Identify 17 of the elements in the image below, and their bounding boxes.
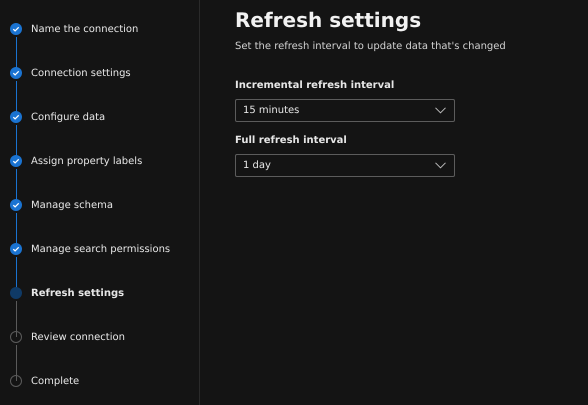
- step-label[interactable]: Assign property labels: [31, 156, 142, 166]
- step-label[interactable]: Review connection: [31, 332, 125, 342]
- page-title: Refresh settings: [235, 8, 422, 32]
- chevron-down-icon: [435, 107, 446, 114]
- step-label[interactable]: Refresh settings: [31, 288, 124, 298]
- step-label[interactable]: Manage search permissions: [31, 244, 170, 254]
- page-description: Set the refresh interval to update data that's changed: [235, 41, 506, 52]
- interval-dropdown[interactable]: 15 minutes: [235, 99, 455, 122]
- step-label[interactable]: Connection settings: [31, 68, 131, 78]
- interval-dropdown[interactable]: 1 day: [235, 154, 455, 177]
- step-label[interactable]: Manage schema: [31, 200, 113, 210]
- field-label: Incremental refresh interval: [235, 80, 396, 91]
- chevron-down-icon: [435, 162, 446, 169]
- step-label[interactable]: Name the connection: [31, 24, 138, 34]
- field-label: Full refresh interval: [235, 135, 348, 146]
- step-label[interactable]: Complete: [31, 376, 80, 386]
- step-label[interactable]: Configure data: [31, 112, 106, 122]
